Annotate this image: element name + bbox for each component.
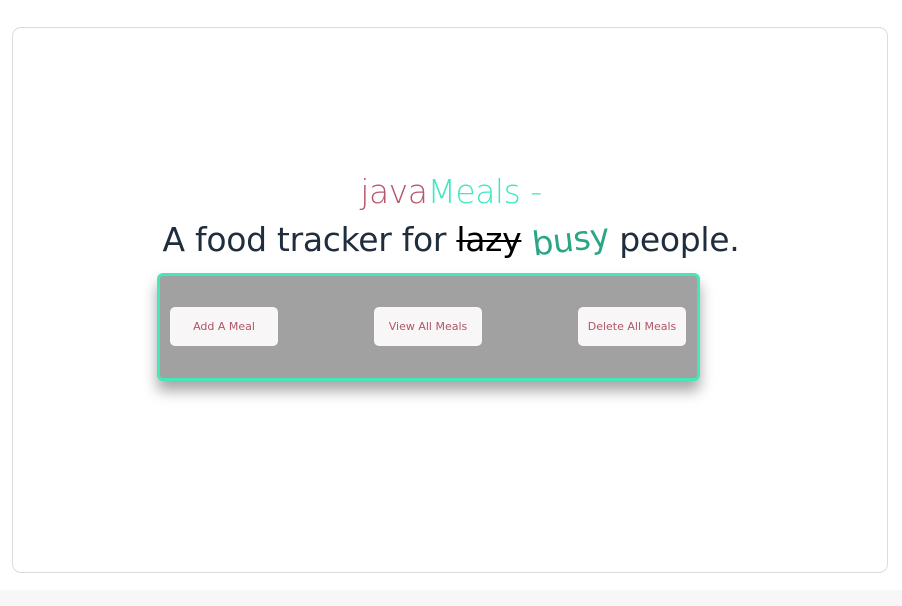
tagline-replacement-word: busy bbox=[529, 215, 612, 264]
bottom-strip bbox=[0, 590, 902, 606]
view-all-meals-button[interactable]: View All Meals bbox=[374, 307, 482, 346]
brand-dash: - bbox=[520, 172, 542, 211]
brand-java: java bbox=[360, 172, 428, 211]
add-meal-button[interactable]: Add A Meal bbox=[170, 307, 278, 346]
app-title: javaMeals - bbox=[0, 172, 902, 211]
tagline-suffix: people. bbox=[609, 220, 740, 259]
tagline: A food tracker for lazy busy people. bbox=[0, 215, 902, 263]
tagline-prefix: A food tracker for bbox=[162, 220, 457, 259]
brand-meals: Meals bbox=[427, 172, 521, 211]
delete-all-meals-button[interactable]: Delete All Meals bbox=[578, 307, 686, 346]
actions-panel: Add A Meal View All Meals Delete All Mea… bbox=[157, 273, 700, 381]
tagline-struck-word: lazy bbox=[456, 220, 522, 259]
